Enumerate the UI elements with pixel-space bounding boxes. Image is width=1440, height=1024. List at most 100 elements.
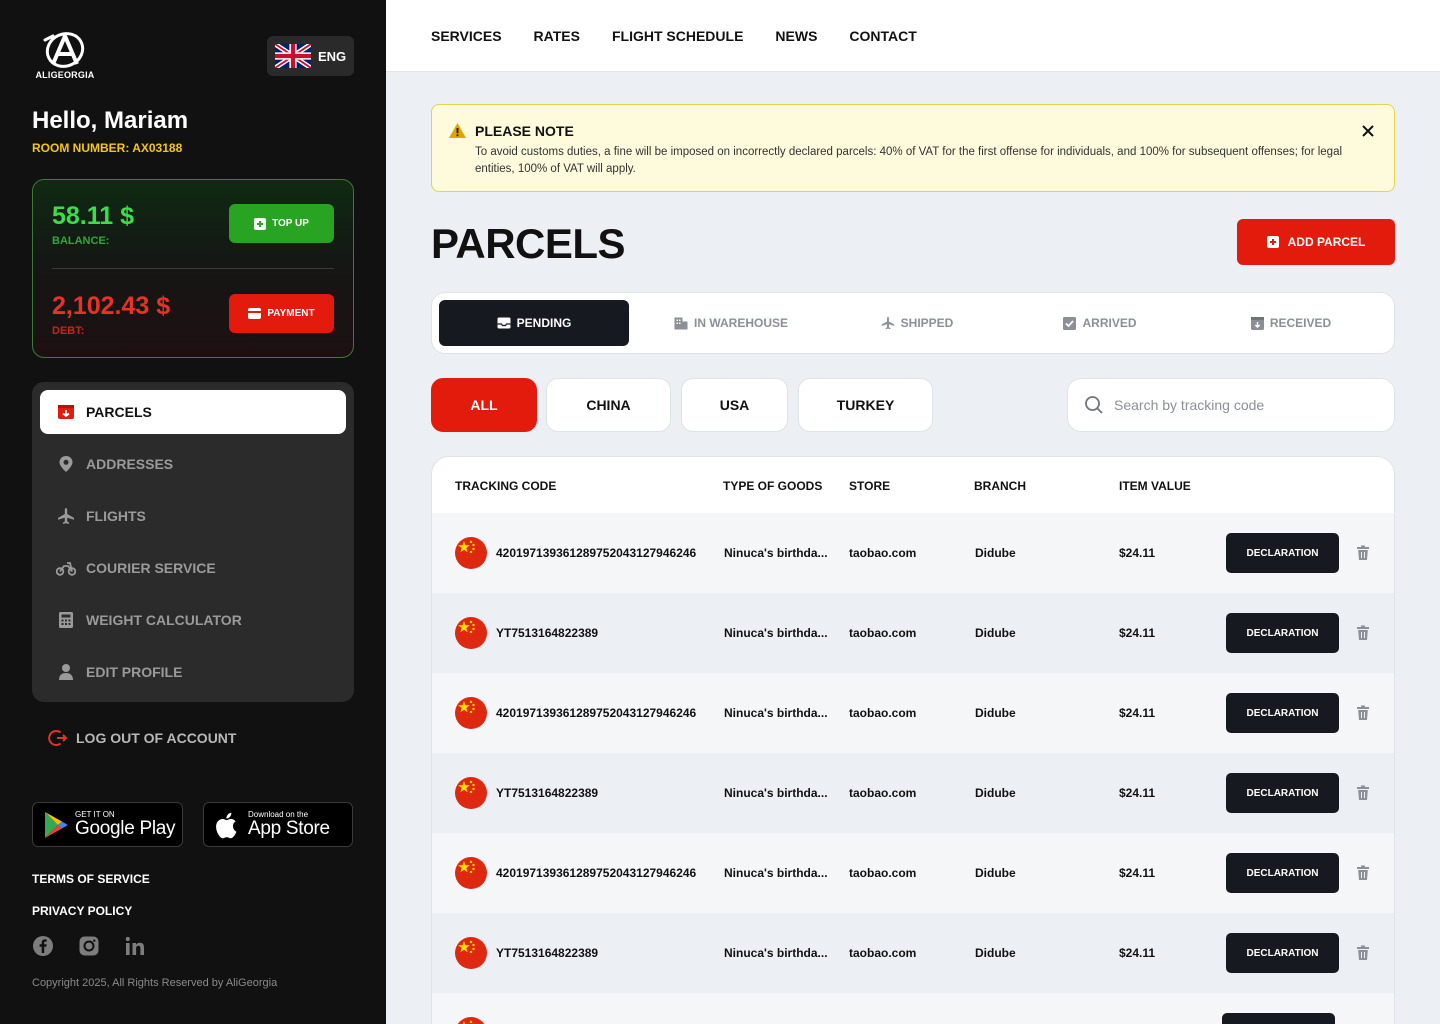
logout-icon [48,730,68,746]
branch-cell: Didube [975,546,1016,560]
tab-pending[interactable]: PENDING [439,300,629,346]
sidebar-item-parcels[interactable]: PARCELS [40,390,346,434]
top-nav-rates[interactable]: RATES [534,28,580,44]
top-nav-flight-schedule[interactable]: FLIGHT SCHEDULE [612,28,743,44]
notice-banner: PLEASE NOTE To avoid customs duties, a f… [431,104,1395,192]
balance-value: 58.11 $ [52,202,135,230]
debt-label: DEBT: [52,325,85,337]
sidebar-item-label: EDIT PROFILE [86,664,183,680]
notice-text: To avoid customs duties, a fine will be … [475,146,1343,175]
terms-link[interactable]: TERMS OF SERVICE [32,872,150,886]
tracking-code-cell: 420197139361289752043127946246 [496,706,697,720]
declaration-button[interactable]: DECLARATION [1226,773,1339,813]
logout-button[interactable]: LOG OUT OF ACCOUNT [48,728,236,748]
table-row[interactable]: DECLARATION [432,993,1394,1024]
store-cell: taobao.com [849,786,917,800]
trash-icon[interactable] [1355,625,1371,641]
uk-flag-icon [275,44,311,68]
apple-icon [216,812,237,838]
goods-cell: Ninuca's birthda... [724,946,828,960]
tab-shipped[interactable]: SHIPPED [822,300,1012,346]
trash-icon[interactable] [1355,945,1371,961]
header-branch: BRANCH [974,479,1026,493]
header-tracking-code: TRACKING CODE [455,479,557,493]
top-nav-services[interactable]: SERVICES [431,28,502,44]
sidebar-item-weight-calculator[interactable]: WEIGHT CALCULATOR [40,598,346,642]
table-row[interactable]: 420197139361289752043127946246 Ninuca's b… [432,513,1394,593]
top-bar: SERVICES RATES FLIGHT SCHEDULE NEWS CONT… [386,0,1440,72]
table-row[interactable]: 420197139361289752043127946246 Ninuca's b… [432,673,1394,753]
privacy-link[interactable]: PRIVACY POLICY [32,904,132,918]
notice-title: PLEASE NOTE [475,123,574,139]
top-nav-contact[interactable]: CONTACT [849,28,916,44]
filter-turkey[interactable]: TURKEY [798,378,933,432]
sidebar-item-label: COURIER SERVICE [86,560,216,576]
parcel-icon [56,402,76,422]
filter-all[interactable]: ALL [431,378,537,432]
tab-arrived[interactable]: ARRIVED [1005,300,1195,346]
sidebar: ALIGEORGIA ENG Hello, Mariam ROOM NUMBER… [0,0,386,1024]
google-play-button[interactable]: GET IT ON Google Play [32,802,183,847]
branch-cell: Didube [975,946,1016,960]
tab-received[interactable]: RECEIVED [1196,300,1386,346]
brand-logo[interactable]: ALIGEORGIA [31,30,99,82]
facebook-icon[interactable] [32,935,54,957]
declaration-button[interactable]: DECLARATION [1222,1013,1335,1024]
inbox-icon [497,317,511,329]
trash-icon[interactable] [1355,705,1371,721]
store-cell: taobao.com [849,866,917,880]
location-pin-icon [56,454,76,474]
warning-icon [449,123,466,138]
language-switcher[interactable]: ENG [267,36,354,76]
filter-usa[interactable]: USA [681,378,788,432]
language-label: ENG [318,48,347,64]
declaration-button[interactable]: DECLARATION [1226,853,1339,893]
filter-china[interactable]: CHINA [546,378,671,432]
payment-button[interactable]: PAYMENT [229,294,334,333]
tab-label: IN WAREHOUSE [693,316,788,330]
store-cell: taobao.com [849,626,917,640]
item-value-cell: $24.11 [1119,546,1156,560]
table-row[interactable]: YT7513164822389 Ninuca's birthda... taobao… [432,753,1394,833]
item-value-cell: $24.11 [1119,866,1156,880]
sidebar-item-courier-service[interactable]: COURIER SERVICE [40,546,346,590]
trash-icon[interactable] [1355,545,1371,561]
china-flag-icon [455,537,487,569]
declaration-button[interactable]: DECLARATION [1226,693,1339,733]
header-item-value: ITEM VALUE [1119,479,1191,493]
app-store-button[interactable]: Download on the App Store [203,802,353,847]
sidebar-item-edit-profile[interactable]: EDIT PROFILE [40,650,346,694]
trash-icon[interactable] [1355,785,1371,801]
linkedin-icon[interactable] [124,935,146,957]
store-cell: taobao.com [849,946,917,960]
instagram-icon[interactable] [78,935,100,957]
airplane-icon [56,506,76,526]
search-input[interactable] [1114,397,1374,413]
declaration-button[interactable]: DECLARATION [1226,533,1339,573]
wallet-card: 58.11 $ BALANCE: TOP UP 2,102.43 $ DEBT:… [32,179,354,358]
plus-square-icon [254,217,267,230]
table-row[interactable]: YT7513164822389 Ninuca's birthda... taobao… [432,913,1394,993]
declaration-button[interactable]: DECLARATION [1226,613,1339,653]
payment-label: PAYMENT [267,308,315,319]
table-row[interactable]: 420197139361289752043127946246 Ninuca's b… [432,833,1394,913]
top-up-button[interactable]: TOP UP [229,204,334,243]
box-received-icon [1250,316,1264,330]
trash-icon[interactable] [1355,865,1371,881]
declaration-button[interactable]: DECLARATION [1226,933,1339,973]
item-value-cell: $24.11 [1119,626,1156,640]
item-value-cell: $24.11 [1119,946,1156,960]
table-row[interactable]: YT7513164822389 Ninuca's birthda... taobao… [432,593,1394,673]
top-nav: SERVICES RATES FLIGHT SCHEDULE NEWS CONT… [431,28,917,44]
top-nav-news[interactable]: NEWS [775,28,817,44]
sidebar-item-flights[interactable]: FLIGHTS [40,494,346,538]
sidebar-item-addresses[interactable]: ADDRESSES [40,442,346,486]
goods-cell: Ninuca's birthda... [724,866,828,880]
tracking-code-cell: 420197139361289752043127946246 [496,866,697,880]
search-icon [1085,396,1103,414]
user-icon [56,662,76,682]
tracking-code-cell: 420197139361289752043127946246 [496,546,697,560]
add-parcel-button[interactable]: ADD PARCEL [1237,219,1395,265]
notice-close-button[interactable] [1359,122,1377,140]
tab-in-warehouse[interactable]: IN WAREHOUSE [636,300,826,346]
